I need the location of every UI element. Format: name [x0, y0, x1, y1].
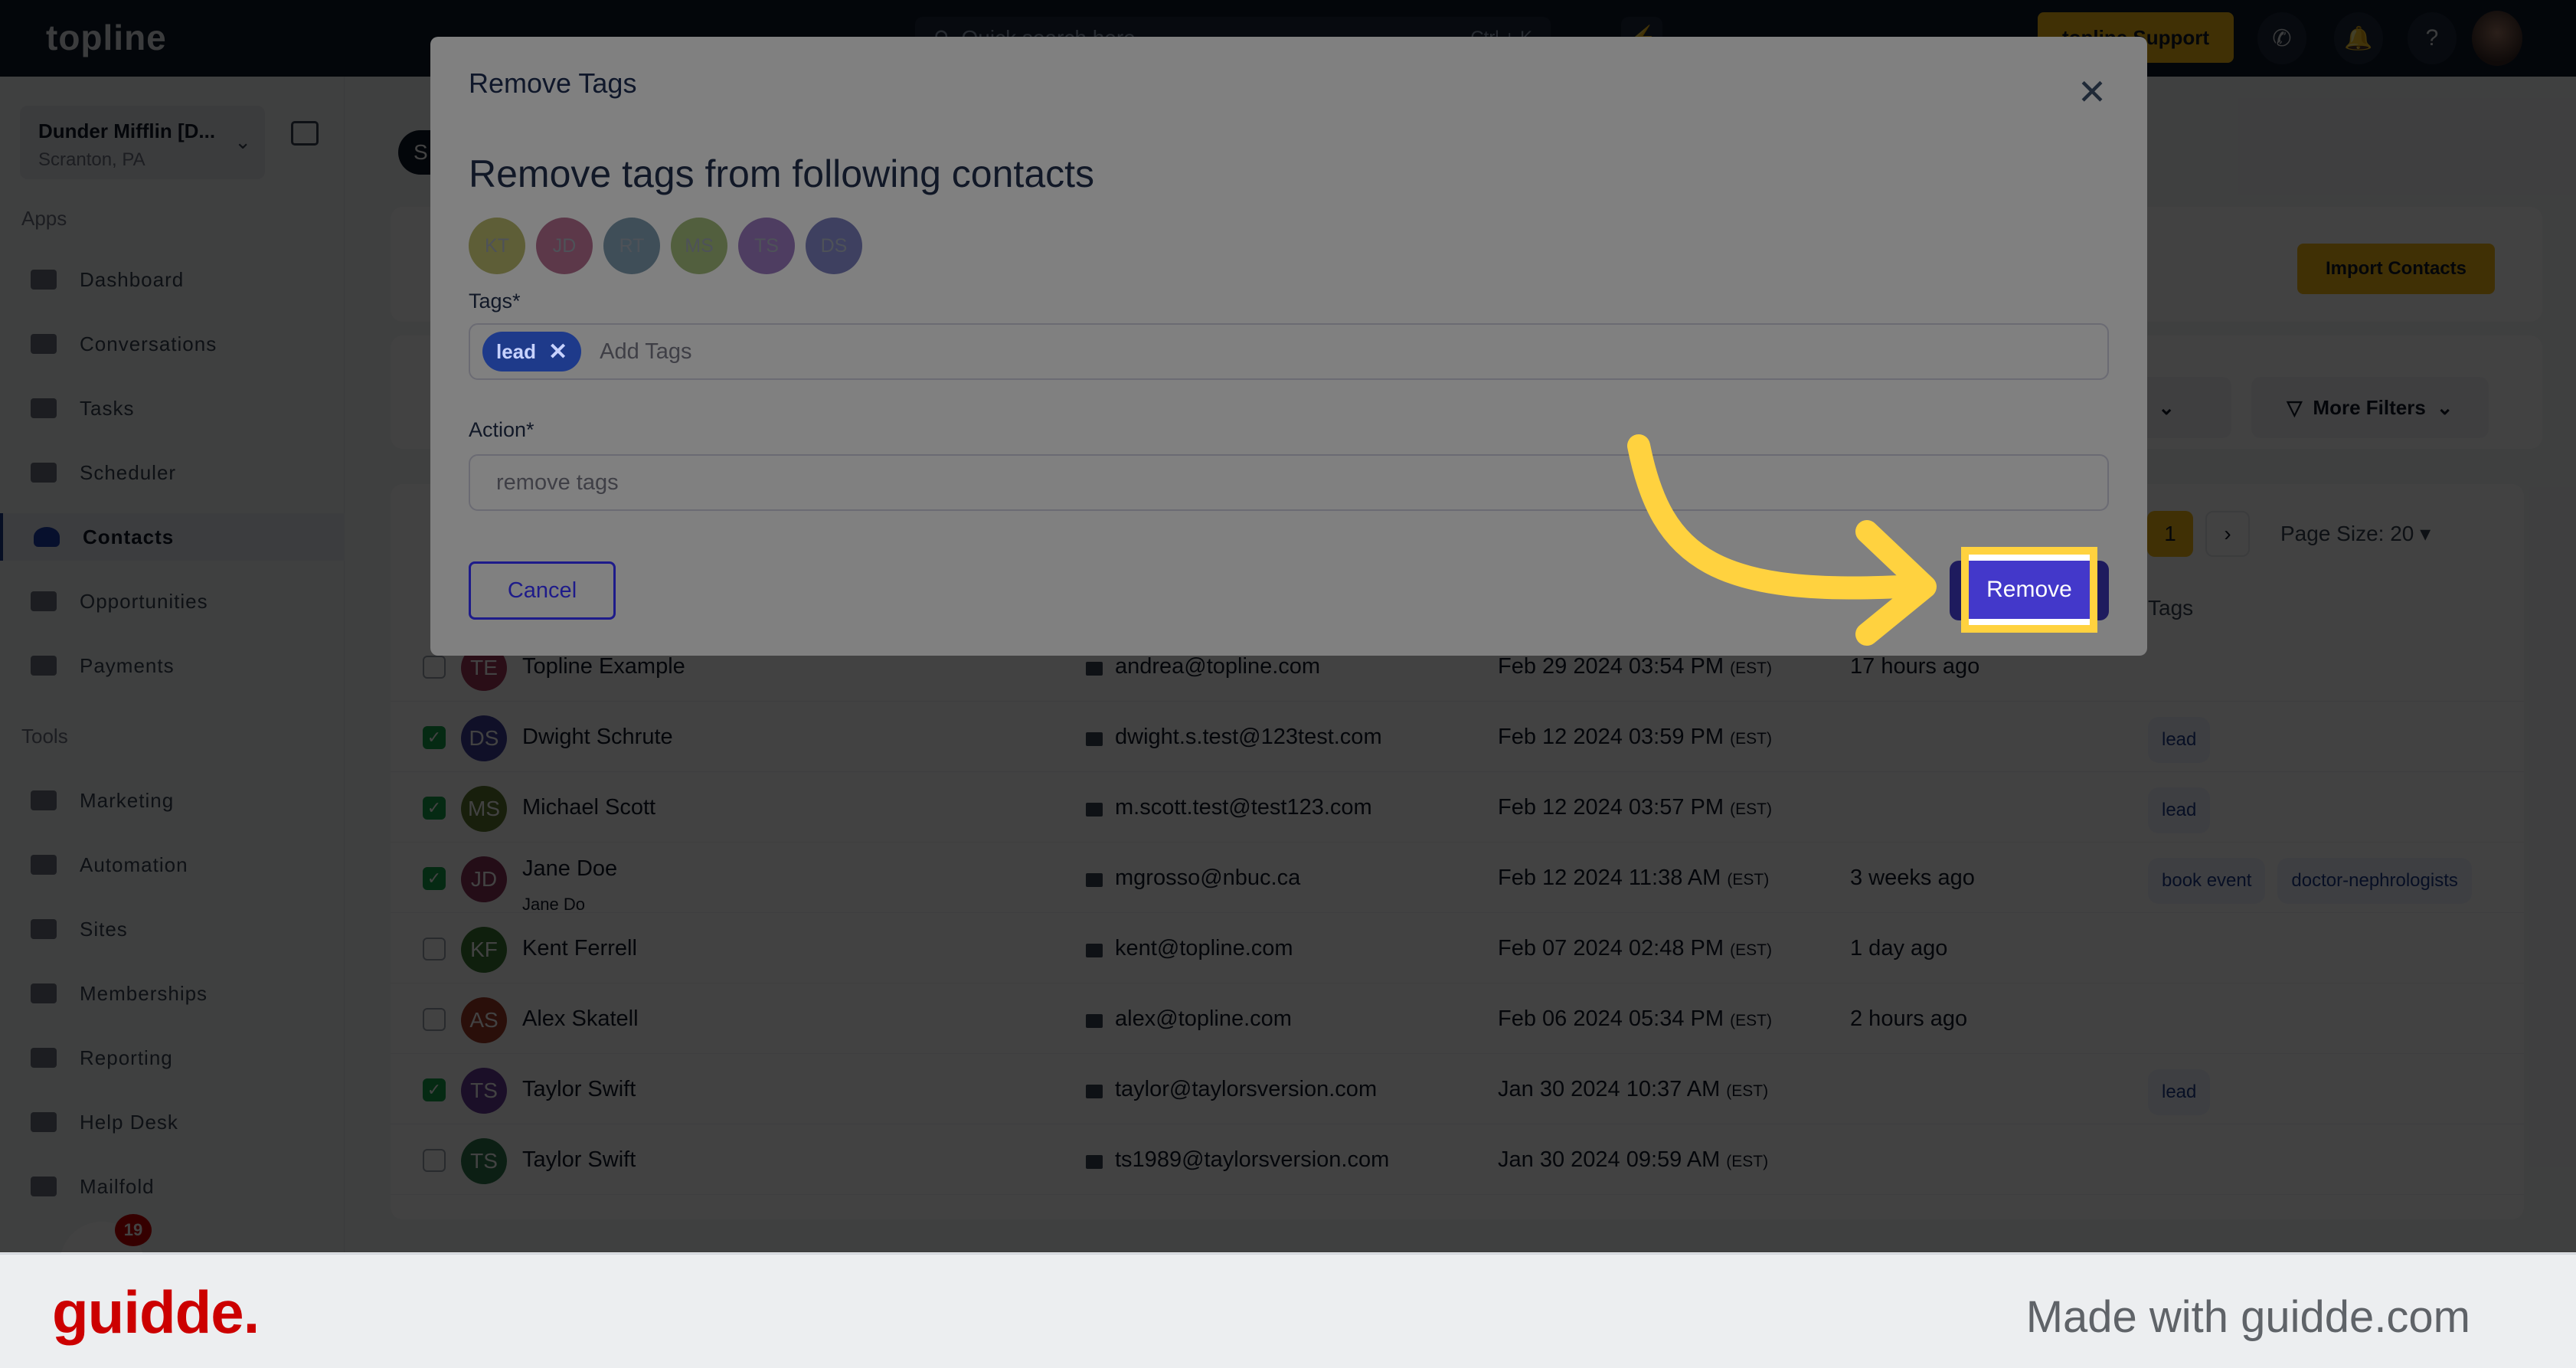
tags-placeholder: Add Tags — [600, 339, 692, 364]
tags-input[interactable]: lead ✕ Add Tags — [469, 323, 2109, 380]
guidde-tagline: Made with guidde.com — [2025, 1292, 2470, 1342]
remove-tag-icon[interactable]: ✕ — [548, 339, 567, 365]
modal-title: Remove Tags — [469, 67, 637, 99]
guide-arrow-annotation — [1627, 434, 1937, 646]
contact-avatar: MS — [671, 218, 727, 274]
close-icon[interactable]: ✕ — [2075, 74, 2109, 110]
guidde-logo: guidde. — [52, 1278, 260, 1346]
contact-avatar: TS — [738, 218, 795, 274]
contact-avatar: RT — [603, 218, 660, 274]
cancel-button[interactable]: Cancel — [469, 561, 616, 620]
action-label: Action* — [469, 418, 534, 441]
contact-avatar: JD — [536, 218, 593, 274]
modal-subtitle: Remove tags from following contacts — [469, 152, 1095, 195]
selected-contacts-avatars: KT JD RT MS TS DS — [469, 218, 862, 274]
contact-avatar: DS — [806, 218, 862, 274]
contact-avatar: KT — [469, 218, 525, 274]
guidde-footer: guidde. Made with guidde.com — [0, 1253, 2576, 1368]
tags-label: Tags* — [469, 290, 521, 313]
tag-chip-lead: lead ✕ — [482, 332, 582, 371]
tag-chip-label: lead — [496, 339, 537, 363]
remove-button-label[interactable]: Remove — [1969, 561, 2090, 619]
remove-button[interactable]: Remove — [1969, 555, 2090, 625]
